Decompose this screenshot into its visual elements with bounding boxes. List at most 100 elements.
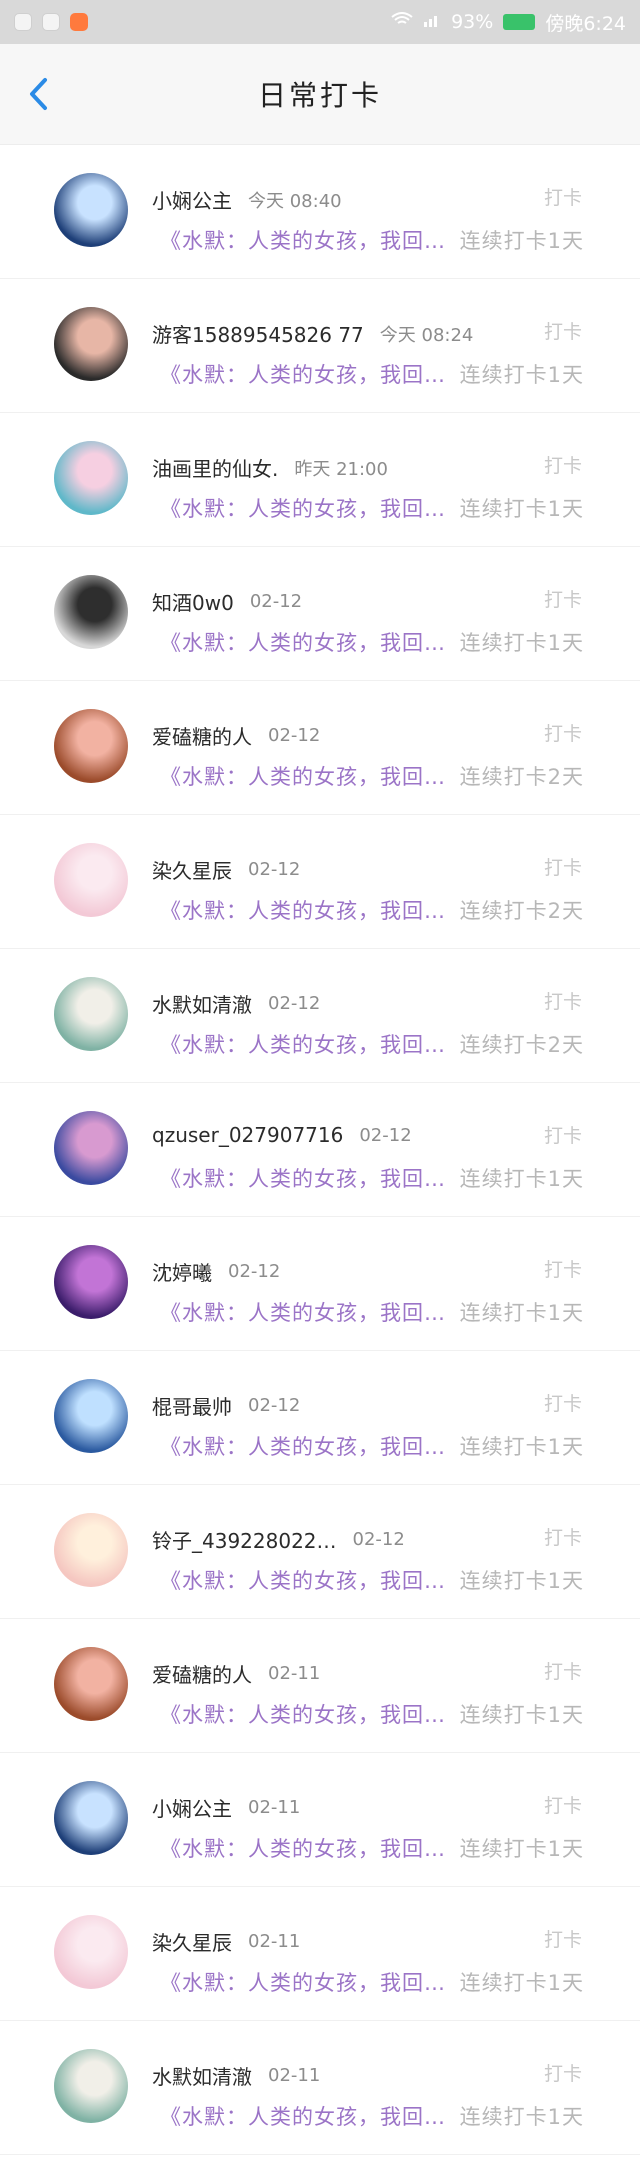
book-title-link[interactable]: 《水默：人类的女孩，我回… bbox=[160, 363, 446, 387]
checkin-time: 02-11 bbox=[268, 2065, 321, 2086]
list-item[interactable]: 知酒0w0 02-12 打卡 《水默：人类的女孩，我回… 连续打卡1天 bbox=[0, 547, 640, 681]
user-name[interactable]: 爱磕糖的人 bbox=[152, 721, 252, 750]
checkin-label: 打卡 bbox=[543, 1259, 582, 1281]
user-name[interactable]: 小娴公主 bbox=[152, 1793, 232, 1822]
list-item[interactable]: 沈婷曦 02-12 打卡 《水默：人类的女孩，我回… 连续打卡1天 bbox=[0, 1217, 640, 1351]
user-name[interactable]: qzuser_027907716 bbox=[152, 1123, 343, 1147]
streak-text: 连续打卡1天 bbox=[459, 1569, 584, 1593]
avatar[interactable] bbox=[54, 977, 128, 1051]
book-title-link[interactable]: 《水默：人类的女孩，我回… bbox=[160, 1569, 446, 1593]
book-title-link[interactable]: 《水默：人类的女孩，我回… bbox=[160, 1301, 446, 1325]
book-line: 《水默：人类的女孩，我回… bbox=[160, 1029, 446, 1059]
user-name[interactable]: 棍哥最帅 bbox=[152, 1391, 232, 1420]
book-title-link[interactable]: 《水默：人类的女孩，我回… bbox=[160, 1703, 446, 1727]
list-item[interactable]: 小娴公主 今天 08:40 打卡 《水默：人类的女孩，我回… 连续打卡1天 bbox=[0, 145, 640, 279]
avatar[interactable] bbox=[54, 709, 128, 783]
wifi-icon bbox=[391, 11, 413, 33]
item-header: 染久星辰 02-11 bbox=[152, 1927, 300, 1956]
avatar[interactable] bbox=[54, 843, 128, 917]
user-name[interactable]: 水默如清澈 bbox=[152, 2061, 252, 2090]
item-header: 小娴公主 今天 08:40 bbox=[152, 185, 342, 214]
book-title-link[interactable]: 《水默：人类的女孩，我回… bbox=[160, 2105, 446, 2129]
checkin-time: 02-12 bbox=[268, 993, 321, 1014]
list-item[interactable]: 棍哥最帅 02-12 打卡《水默：人类的女孩，我回… 连续打卡1天 bbox=[0, 1351, 640, 1485]
user-name[interactable]: 染久星辰 bbox=[152, 855, 232, 884]
book-title-link[interactable]: 《水默：人类的女孩，我回… bbox=[160, 1837, 446, 1861]
book-title-link[interactable]: 《水默：人类的女孩，我回… bbox=[160, 631, 446, 655]
avatar[interactable] bbox=[54, 2049, 128, 2123]
avatar[interactable] bbox=[54, 575, 128, 649]
list-item[interactable]: 游客15889545826 77 今天 08:24 打卡《水默：人类的女孩，我回… 连… bbox=[0, 279, 640, 413]
checkin-label: 打卡 bbox=[543, 1661, 582, 1683]
user-name[interactable]: 知酒0w0 bbox=[152, 587, 234, 616]
status-bar: 93% 傍晚6:24 bbox=[0, 0, 640, 44]
user-name[interactable]: 油画里的仙女. bbox=[152, 453, 278, 482]
streak-text: 连续打卡1天 bbox=[459, 1167, 584, 1191]
checkin-label: 打卡 bbox=[543, 857, 582, 879]
book-title-link[interactable]: 《水默：人类的女孩，我回… bbox=[160, 1167, 446, 1191]
battery-icon bbox=[503, 14, 536, 30]
checkin-label: 打卡 bbox=[543, 1393, 582, 1415]
checkin-time: 02-12 bbox=[248, 859, 301, 880]
avatar[interactable] bbox=[54, 173, 128, 247]
avatar[interactable] bbox=[54, 1915, 128, 1989]
streak-text: 连续打卡1天 bbox=[459, 1703, 584, 1727]
checkin-time: 02-12 bbox=[249, 591, 303, 612]
avatar[interactable] bbox=[54, 1379, 128, 1453]
app-notification-icon bbox=[14, 13, 32, 31]
checkin-time: 02-12 bbox=[228, 1261, 281, 1282]
checkin-label: 打卡 bbox=[543, 321, 582, 343]
item-header: 知酒0w0 02-12 bbox=[152, 587, 302, 616]
list-item[interactable]: 染久星辰 02-12 打卡 《水默：人类的女孩，我回… 连续打卡2天 bbox=[0, 815, 640, 949]
checkin-time: 今天 08:24 bbox=[379, 324, 474, 346]
user-name[interactable]: 铃子_439228022… bbox=[152, 1525, 337, 1554]
user-name[interactable]: 水默如清澈 bbox=[152, 989, 252, 1018]
list-item[interactable]: 水默如清澈 02-11 打卡 《水默：人类的女孩，我回… 连续打卡1天 bbox=[0, 2021, 640, 2155]
item-header: 油画里的仙女. 昨天 21:00 bbox=[152, 453, 388, 482]
list-item[interactable]: 铃子_439228022… 02-12 打卡 《水默：人类的女孩，我回… 连续打卡1天 bbox=[0, 1485, 640, 1619]
avatar[interactable] bbox=[54, 307, 128, 381]
avatar[interactable] bbox=[54, 441, 128, 515]
list-item[interactable]: 油画里的仙女. 昨天 21:00 打卡 《水默：人类的女孩，我回… 连续打卡1天 bbox=[0, 413, 640, 547]
checkin-time: 02-11 bbox=[248, 1931, 301, 1952]
avatar[interactable] bbox=[54, 1781, 128, 1855]
book-title-link[interactable]: 《水默：人类的女孩，我回… bbox=[160, 1435, 446, 1459]
item-header: 沈婷曦 02-12 bbox=[152, 1257, 280, 1286]
book-line: 《水默：人类的女孩，我回… bbox=[160, 1833, 446, 1863]
checkin-time: 02-12 bbox=[268, 725, 321, 746]
user-name[interactable]: 小娴公主 bbox=[152, 185, 232, 214]
book-title-link[interactable]: 《水默：人类的女孩，我回… bbox=[160, 899, 446, 923]
book-title-link[interactable]: 《水默：人类的女孩，我回… bbox=[160, 229, 446, 253]
checkin-label: 打卡 bbox=[543, 455, 582, 477]
avatar[interactable] bbox=[54, 1245, 128, 1319]
streak-text: 连续打卡1天 bbox=[459, 1837, 584, 1861]
list-item[interactable]: 小娴公主 02-11 打卡 《水默：人类的女孩，我回… 连续打卡1天 bbox=[0, 1753, 640, 1887]
list-item[interactable]: 爱磕糖的人 02-11 打卡 《水默：人类的女孩，我回… 连续打卡1天 bbox=[0, 1619, 640, 1753]
user-name[interactable]: 游客15889545826 77 bbox=[152, 319, 364, 348]
avatar[interactable] bbox=[54, 1513, 128, 1587]
item-header: qzuser_027907716 02-12 bbox=[152, 1123, 412, 1147]
list-item[interactable]: 水默如清澈 02-12 打卡 《水默：人类的女孩，我回… 连续打卡2天 bbox=[0, 949, 640, 1083]
book-title-link[interactable]: 《水默：人类的女孩，我回… bbox=[160, 765, 446, 789]
book-title-link[interactable]: 《水默：人类的女孩，我回… bbox=[160, 497, 446, 521]
checkin-label: 打卡 bbox=[543, 991, 582, 1013]
user-name[interactable]: 沈婷曦 bbox=[152, 1257, 212, 1286]
book-title-link[interactable]: 《水默：人类的女孩，我回… bbox=[160, 1971, 446, 1995]
list-item[interactable]: 爱磕糖的人 02-12 打卡 《水默：人类的女孩，我回… 连续打卡2天 bbox=[0, 681, 640, 815]
avatar[interactable] bbox=[54, 1111, 128, 1185]
list-item[interactable]: 染久星辰 02-11 打卡 《水默：人类的女孩，我回… 连续打卡1天 bbox=[0, 1887, 640, 2021]
signal-icon bbox=[423, 11, 441, 33]
streak-text: 连续打卡1天 bbox=[459, 1435, 584, 1459]
list-item[interactable]: qzuser_027907716 02-12 打卡 《水默：人类的女孩，我回… 连续打卡… bbox=[0, 1083, 640, 1217]
book-line: 《水默：人类的女孩，我回… bbox=[160, 627, 446, 657]
user-name[interactable]: 染久星辰 bbox=[152, 1927, 232, 1956]
book-line: 《水默：人类的女孩，我回… bbox=[160, 1565, 446, 1595]
item-header: 棍哥最帅 02-12 bbox=[152, 1391, 300, 1420]
book-line: 《水默：人类的女孩，我回… bbox=[160, 1699, 446, 1729]
user-name[interactable]: 爱磕糖的人 bbox=[152, 1659, 252, 1688]
streak-text: 连续打卡1天 bbox=[459, 363, 584, 387]
chevron-left-icon bbox=[30, 78, 47, 110]
back-button[interactable] bbox=[18, 74, 58, 114]
book-title-link[interactable]: 《水默：人类的女孩，我回… bbox=[160, 1033, 446, 1057]
avatar[interactable] bbox=[54, 1647, 128, 1721]
